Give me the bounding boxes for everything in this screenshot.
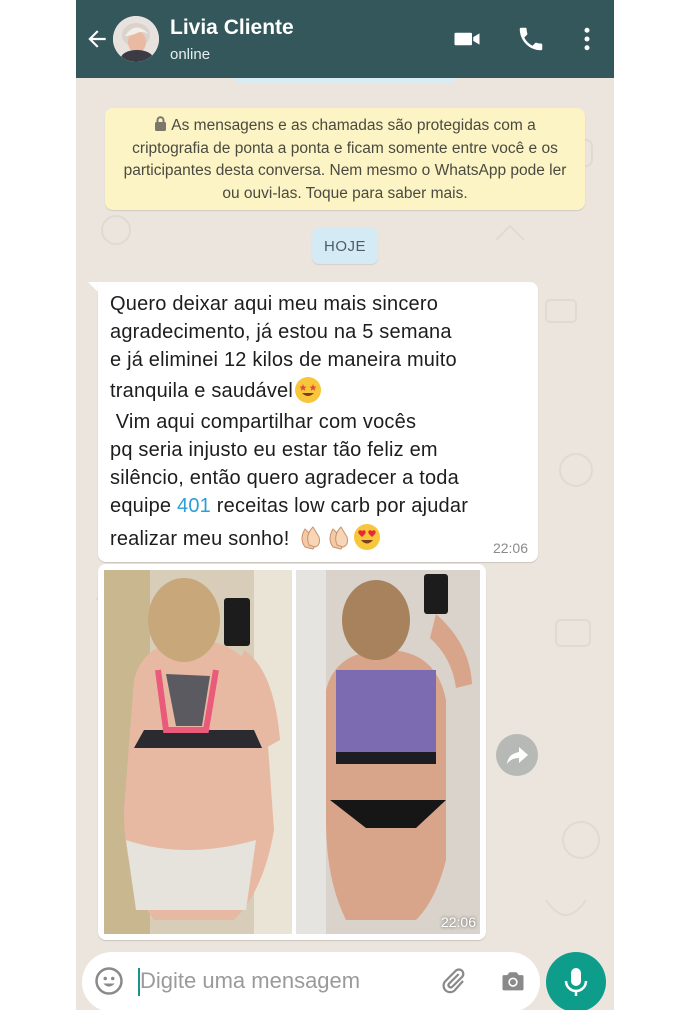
date-chip: HOJE (312, 228, 378, 264)
phone-number-link[interactable]: 401 (177, 495, 211, 517)
lock-icon (155, 116, 167, 131)
message-input[interactable]: Digite uma mensagem (140, 968, 360, 994)
avatar[interactable] (113, 16, 159, 62)
attach-icon[interactable] (438, 966, 468, 996)
chat-screen: Livia Cliente online As mensagens e as c… (76, 0, 614, 1010)
more-options-icon[interactable] (572, 24, 602, 54)
contact-status: online (170, 46, 211, 63)
star-struck-emoji (295, 377, 322, 403)
emoji-icon[interactable] (94, 966, 124, 996)
message-line: equipe 401 receitas low carb por ajudar (110, 492, 526, 520)
message-composer[interactable]: Digite uma mensagem (82, 952, 540, 1010)
message-line: e já eliminei 12 kilos de maneira muito (110, 349, 457, 371)
message-line: Quero deixar aqui meu mais sincero (110, 293, 439, 315)
clapping-hands-emoji (325, 523, 351, 550)
image-message[interactable]: 22:06 (98, 564, 486, 940)
message-line-text: equipe (110, 495, 172, 517)
message-line: realizar meu sonho! (110, 520, 526, 558)
message-text: Quero deixar aqui meu mais sincero agrad… (110, 290, 526, 558)
camera-icon[interactable] (498, 967, 528, 995)
message-time: 22:06 (492, 540, 528, 556)
message-line: Vim aqui compartilhar com vocês (110, 411, 417, 433)
back-arrow-icon[interactable] (84, 26, 110, 52)
heart-eyes-emoji (353, 523, 381, 550)
before-photo[interactable] (104, 570, 292, 934)
mic-button[interactable] (546, 952, 606, 1010)
video-call-icon[interactable] (452, 24, 482, 54)
chat-header: Livia Cliente online (76, 0, 614, 78)
clapping-hands-emoji (297, 523, 323, 550)
message-line-text: tranquila e saudável (110, 380, 294, 402)
encryption-text: As mensagens e as chamadas são protegida… (123, 117, 567, 202)
encryption-notice[interactable]: As mensagens e as chamadas são protegida… (105, 108, 585, 210)
forward-icon (507, 747, 528, 764)
mic-icon (564, 968, 588, 996)
message-line: tranquila e saudável (110, 374, 526, 408)
message-line: agradecimento, já estou na 5 semana (110, 321, 452, 343)
contact-name[interactable]: Livia Cliente (170, 16, 294, 40)
message-line-text: realizar meu sonho! (110, 528, 290, 550)
message-line: pq seria injusto eu estar tão feliz em (110, 439, 438, 461)
phone-icon[interactable] (516, 24, 546, 54)
image-time: 22:06 (440, 914, 476, 930)
incoming-message[interactable]: Quero deixar aqui meu mais sincero agrad… (98, 282, 538, 562)
forward-button[interactable] (496, 734, 538, 776)
message-line-text: receitas low carb por ajudar (216, 495, 469, 517)
after-photo[interactable] (296, 570, 480, 934)
message-line: silêncio, então quero agradecer a toda (110, 467, 459, 489)
